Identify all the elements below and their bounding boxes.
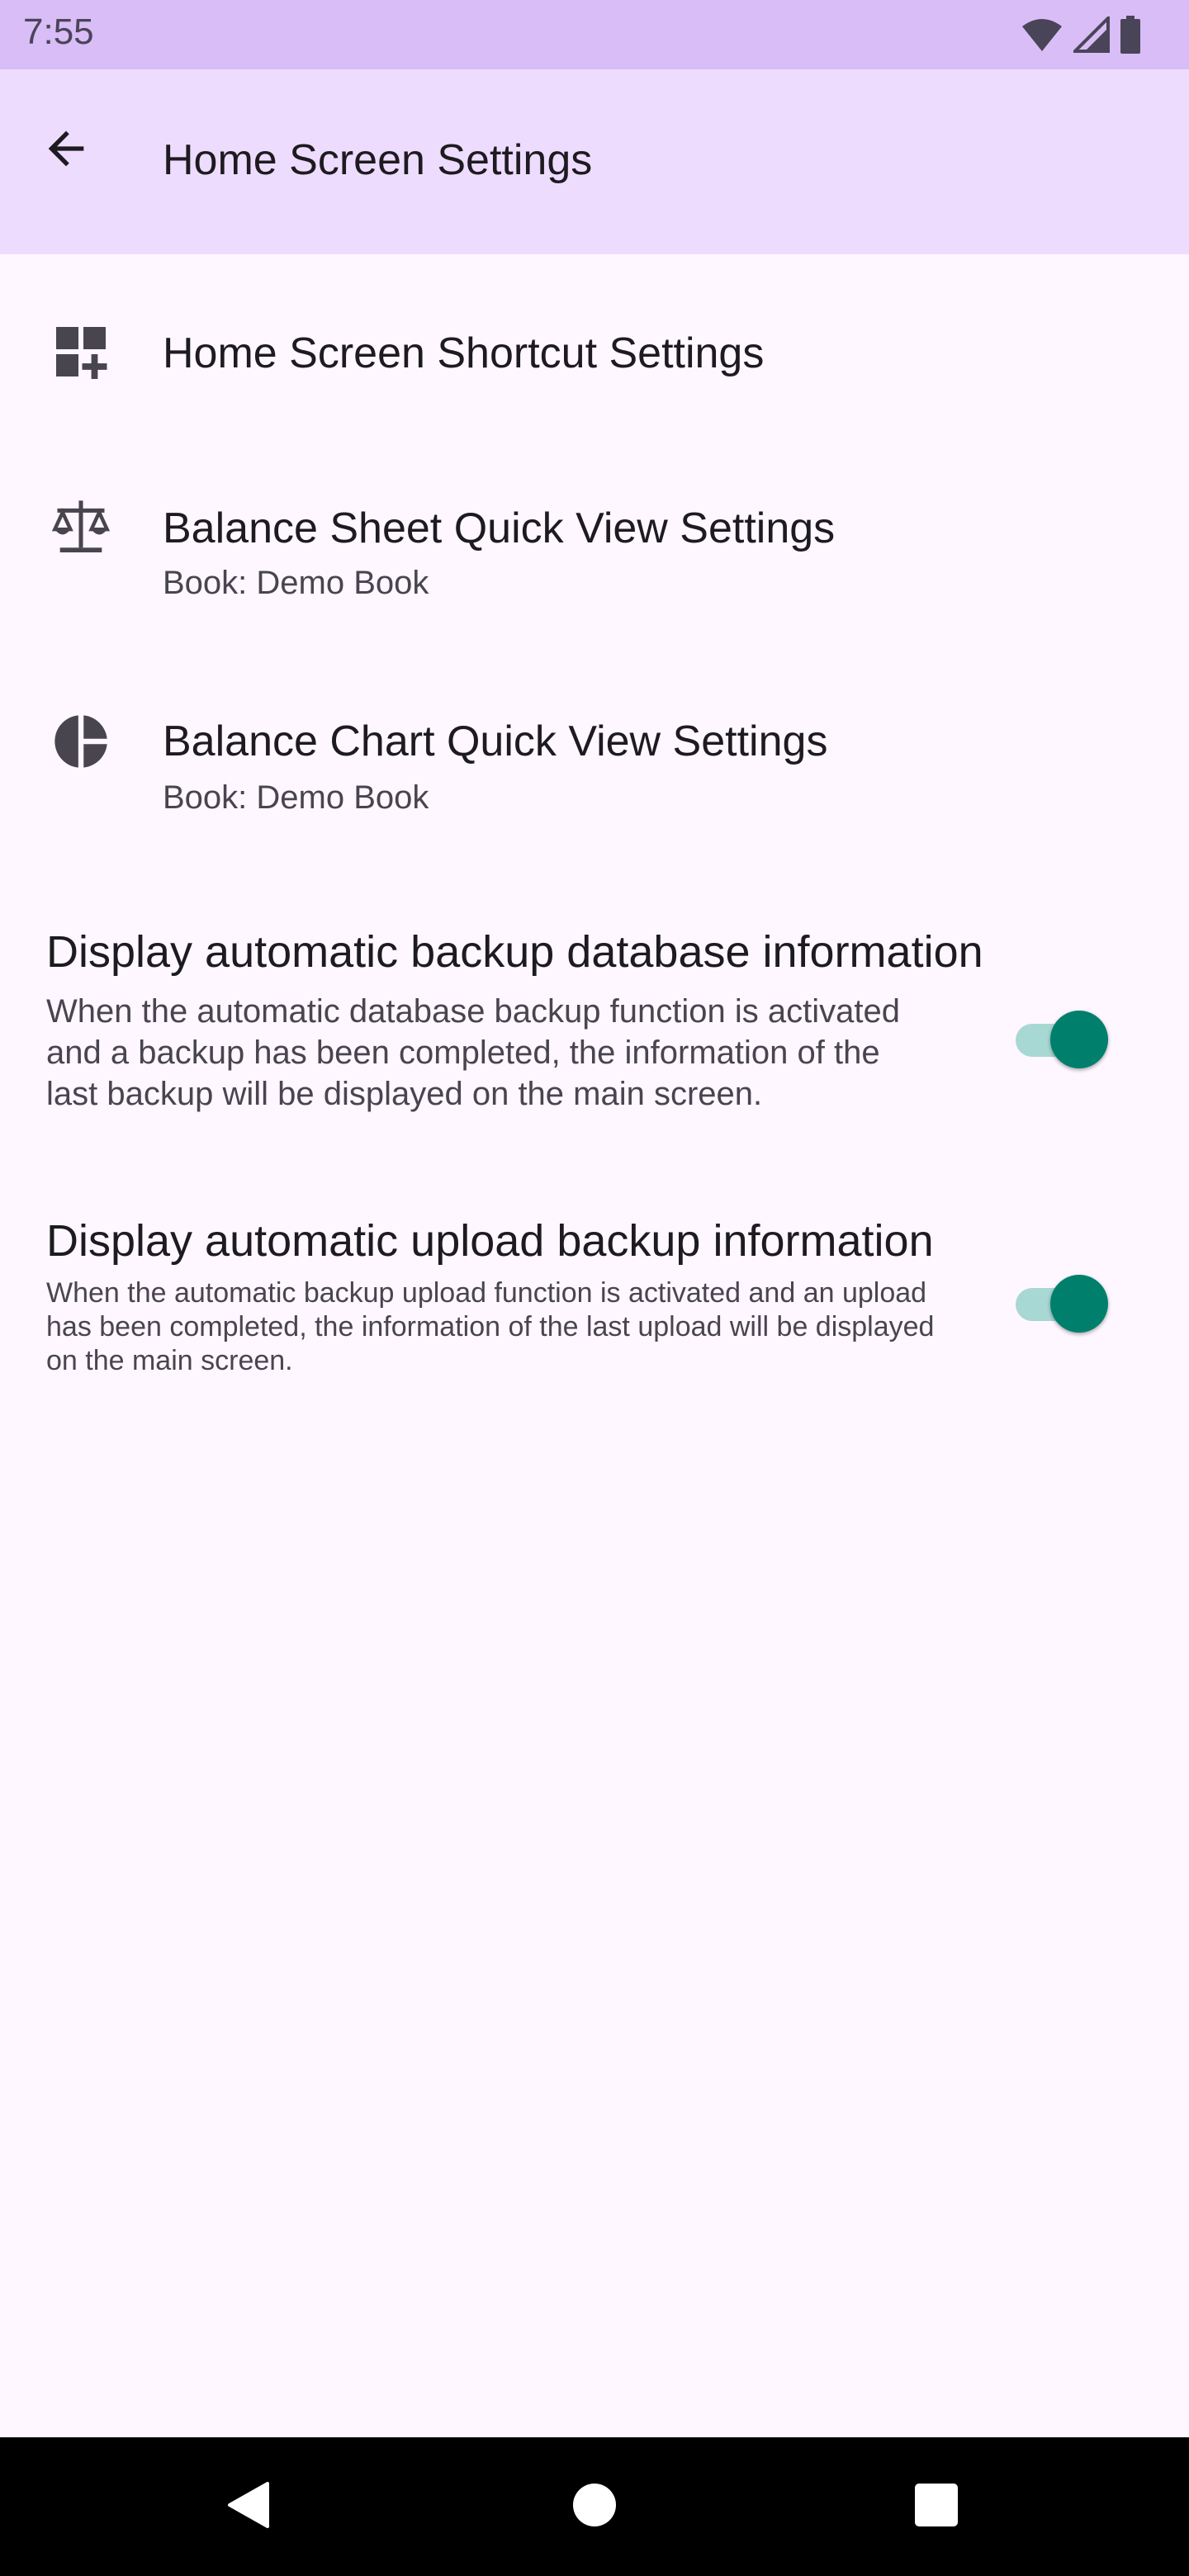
summary-line: has been completed, the information of t… bbox=[46, 1311, 935, 1342]
switch-summary: When the automatic database backup funct… bbox=[46, 991, 988, 1115]
battery-icon bbox=[1120, 16, 1141, 54]
preference-summary: Book: Demo Book bbox=[163, 565, 429, 601]
app-bar: Home Screen Settings bbox=[0, 69, 1189, 254]
summary-line: last backup will be displayed on the mai… bbox=[46, 1076, 763, 1112]
nav-back-button[interactable] bbox=[198, 2457, 297, 2556]
wifi-icon bbox=[1021, 17, 1063, 53]
home-circle-icon bbox=[571, 2482, 618, 2532]
preference-balance-chart[interactable]: Balance Chart Quick View Settings Book: … bbox=[0, 639, 1189, 852]
summary-line: and a backup has been completed, the inf… bbox=[46, 1035, 880, 1071]
preference-home-screen-shortcut[interactable]: Home Screen Shortcut Settings bbox=[0, 254, 1189, 424]
back-triangle-icon bbox=[223, 2480, 272, 2534]
nav-home-button[interactable] bbox=[545, 2457, 644, 2556]
recents-square-icon bbox=[913, 2482, 959, 2532]
pie-chart-icon bbox=[48, 708, 114, 774]
summary-line: When the automatic backup upload functio… bbox=[46, 1277, 927, 1309]
preference-balance-sheet[interactable]: Balance Sheet Quick View Settings Book: … bbox=[0, 424, 1189, 639]
nav-recents-button[interactable] bbox=[887, 2457, 986, 2556]
summary-line: on the main screen. bbox=[46, 1345, 293, 1376]
page-title: Home Screen Settings bbox=[163, 136, 593, 184]
dashboard-add-icon bbox=[48, 319, 114, 385]
upload-backup-toggle[interactable] bbox=[1012, 1270, 1111, 1336]
preference-title: Home Screen Shortcut Settings bbox=[163, 329, 765, 377]
switch-preference-backup-database[interactable]: Display automatic backup database inform… bbox=[0, 852, 1189, 1123]
switch-preference-upload-backup[interactable]: Display automatic upload backup informat… bbox=[0, 1123, 1189, 1404]
summary-line: When the automatic database backup funct… bbox=[46, 993, 900, 1030]
status-icons bbox=[1021, 15, 1141, 54]
arrow-back-icon bbox=[40, 122, 92, 179]
cellular-signal-icon bbox=[1073, 17, 1110, 53]
preference-title: Balance Chart Quick View Settings bbox=[163, 717, 828, 765]
switch-title: Display automatic backup database inform… bbox=[46, 927, 983, 977]
switch-title: Display automatic upload backup informat… bbox=[46, 1216, 934, 1266]
switch-summary: When the automatic backup upload functio… bbox=[46, 1276, 988, 1378]
preference-title: Balance Sheet Quick View Settings bbox=[163, 504, 836, 552]
toggle-thumb bbox=[1050, 1275, 1108, 1333]
toggle-thumb bbox=[1050, 1011, 1108, 1068]
preference-summary: Book: Demo Book bbox=[163, 779, 429, 816]
backup-database-toggle[interactable] bbox=[1012, 1006, 1111, 1072]
status-time: 7:55 bbox=[23, 12, 94, 52]
back-button[interactable] bbox=[26, 111, 106, 190]
navigation-bar bbox=[0, 2437, 1189, 2576]
status-bar: 7:55 bbox=[0, 0, 1189, 69]
balance-scale-icon bbox=[48, 494, 114, 560]
